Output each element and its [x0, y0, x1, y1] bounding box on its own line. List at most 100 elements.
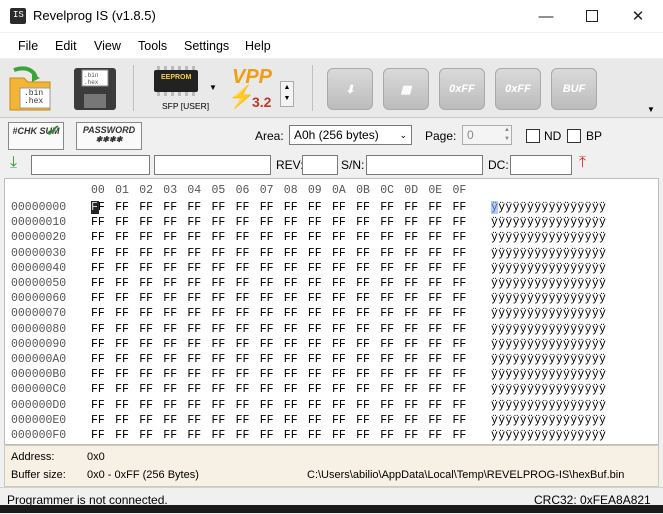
- hex-byte[interactable]: FF: [308, 277, 322, 290]
- hex-byte[interactable]: FF: [453, 353, 467, 366]
- hex-byte[interactable]: FF: [428, 307, 442, 320]
- hex-byte[interactable]: FF: [163, 231, 177, 244]
- hex-byte[interactable]: FF: [163, 201, 177, 214]
- hex-byte[interactable]: FF: [212, 307, 226, 320]
- hex-byte[interactable]: FF: [332, 383, 346, 396]
- hex-byte[interactable]: FF: [356, 292, 370, 305]
- vpp-button[interactable]: VPP ⚡ 3.2: [228, 64, 278, 112]
- hex-byte[interactable]: FF: [356, 399, 370, 412]
- hex-byte[interactable]: FF: [356, 383, 370, 396]
- hex-byte[interactable]: FF: [115, 247, 129, 260]
- hex-byte[interactable]: FF: [139, 323, 153, 336]
- date-code-field[interactable]: [510, 155, 572, 175]
- hex-byte[interactable]: FF: [380, 353, 394, 366]
- hex-byte[interactable]: FF: [115, 262, 129, 275]
- hex-byte[interactable]: FF: [236, 414, 250, 427]
- hex-byte[interactable]: FF: [404, 353, 418, 366]
- hex-byte[interactable]: FF: [453, 323, 467, 336]
- nd-checkbox[interactable]: [526, 129, 540, 143]
- hex-byte[interactable]: FF: [91, 201, 105, 214]
- hex-byte[interactable]: FF: [284, 429, 298, 442]
- hex-ascii-row[interactable]: ÿÿÿÿÿÿÿÿÿÿÿÿÿÿÿÿ: [491, 323, 606, 336]
- hex-byte[interactable]: FF: [453, 307, 467, 320]
- checksum-button[interactable]: #CHK SUM ✓: [8, 122, 64, 150]
- hex-byte[interactable]: FF: [284, 262, 298, 275]
- hex-byte[interactable]: FF: [187, 262, 201, 275]
- toolbar-overflow-icon[interactable]: ▼: [647, 105, 655, 114]
- hex-byte[interactable]: FF: [308, 414, 322, 427]
- hex-byte[interactable]: FF: [380, 368, 394, 381]
- hex-byte[interactable]: FF: [308, 247, 322, 260]
- hex-byte[interactable]: FF: [163, 216, 177, 229]
- hex-byte[interactable]: FF: [380, 247, 394, 260]
- hex-byte[interactable]: FF: [356, 216, 370, 229]
- hex-byte[interactable]: FF: [404, 247, 418, 260]
- hex-byte[interactable]: FF: [139, 231, 153, 244]
- hex-byte[interactable]: FF: [212, 216, 226, 229]
- hex-byte[interactable]: FF: [115, 383, 129, 396]
- hex-byte[interactable]: FF: [404, 429, 418, 442]
- hex-byte[interactable]: FF: [115, 307, 129, 320]
- hex-byte[interactable]: FF: [236, 368, 250, 381]
- hex-byte[interactable]: FF: [356, 338, 370, 351]
- hex-byte[interactable]: FF: [91, 216, 105, 229]
- hex-byte[interactable]: FF: [187, 307, 201, 320]
- hex-byte[interactable]: FF: [91, 231, 105, 244]
- hex-byte[interactable]: FF: [284, 231, 298, 244]
- hex-byte[interactable]: FF: [260, 368, 274, 381]
- hex-byte[interactable]: FF: [115, 231, 129, 244]
- hex-byte[interactable]: FF: [332, 353, 346, 366]
- hex-byte[interactable]: FF: [91, 247, 105, 260]
- hex-byte[interactable]: FF: [284, 353, 298, 366]
- hex-byte[interactable]: FF: [404, 262, 418, 275]
- hex-byte[interactable]: FF: [332, 429, 346, 442]
- hex-byte[interactable]: FF: [380, 201, 394, 214]
- hex-byte[interactable]: FF: [236, 216, 250, 229]
- hex-byte[interactable]: FF: [187, 216, 201, 229]
- hex-byte[interactable]: FF: [212, 231, 226, 244]
- hex-byte[interactable]: FF: [428, 429, 442, 442]
- hex-byte[interactable]: FF: [212, 368, 226, 381]
- hex-byte[interactable]: FF: [308, 216, 322, 229]
- hex-byte[interactable]: FF: [91, 338, 105, 351]
- hex-byte[interactable]: FF: [453, 277, 467, 290]
- vpp-stepper[interactable]: ▲ ▼: [280, 81, 294, 107]
- hex-byte[interactable]: FF: [187, 292, 201, 305]
- hex-byte[interactable]: FF: [428, 399, 442, 412]
- hex-byte[interactable]: FF: [404, 399, 418, 412]
- hex-byte[interactable]: FF: [212, 292, 226, 305]
- hex-byte[interactable]: FF: [236, 262, 250, 275]
- hex-byte[interactable]: FF: [187, 414, 201, 427]
- hex-byte[interactable]: FF: [453, 201, 467, 214]
- hex-byte[interactable]: FF: [115, 277, 129, 290]
- hex-byte[interactable]: FF: [453, 292, 467, 305]
- area-select[interactable]: A0h (256 bytes) ⌄: [289, 125, 412, 145]
- hex-byte[interactable]: FF: [404, 216, 418, 229]
- hex-byte[interactable]: FF: [139, 201, 153, 214]
- hex-byte[interactable]: FF: [356, 262, 370, 275]
- hex-byte[interactable]: FF: [404, 323, 418, 336]
- hex-byte[interactable]: FF: [453, 338, 467, 351]
- hex-byte[interactable]: FF: [260, 414, 274, 427]
- minimize-button[interactable]: —: [523, 0, 569, 32]
- hex-byte[interactable]: FF: [260, 247, 274, 260]
- maximize-button[interactable]: [569, 0, 615, 32]
- hex-byte[interactable]: FF: [139, 262, 153, 275]
- hex-byte[interactable]: FF: [115, 338, 129, 351]
- hex-byte[interactable]: FF: [284, 338, 298, 351]
- hex-byte[interactable]: FF: [284, 323, 298, 336]
- verify-buffer-button[interactable]: BUF: [542, 64, 604, 112]
- hex-byte[interactable]: FF: [453, 216, 467, 229]
- hex-byte[interactable]: FF: [356, 429, 370, 442]
- hex-byte[interactable]: FF: [115, 292, 129, 305]
- hex-byte[interactable]: FF: [163, 399, 177, 412]
- hex-byte[interactable]: FF: [332, 277, 346, 290]
- hex-byte[interactable]: FF: [212, 414, 226, 427]
- hex-byte[interactable]: FF: [428, 231, 442, 244]
- hex-byte[interactable]: FF: [139, 383, 153, 396]
- hex-byte[interactable]: FF: [260, 429, 274, 442]
- hex-byte[interactable]: FF: [332, 201, 346, 214]
- hex-byte[interactable]: FF: [356, 247, 370, 260]
- hex-byte[interactable]: FF: [380, 292, 394, 305]
- hex-byte[interactable]: FF: [332, 414, 346, 427]
